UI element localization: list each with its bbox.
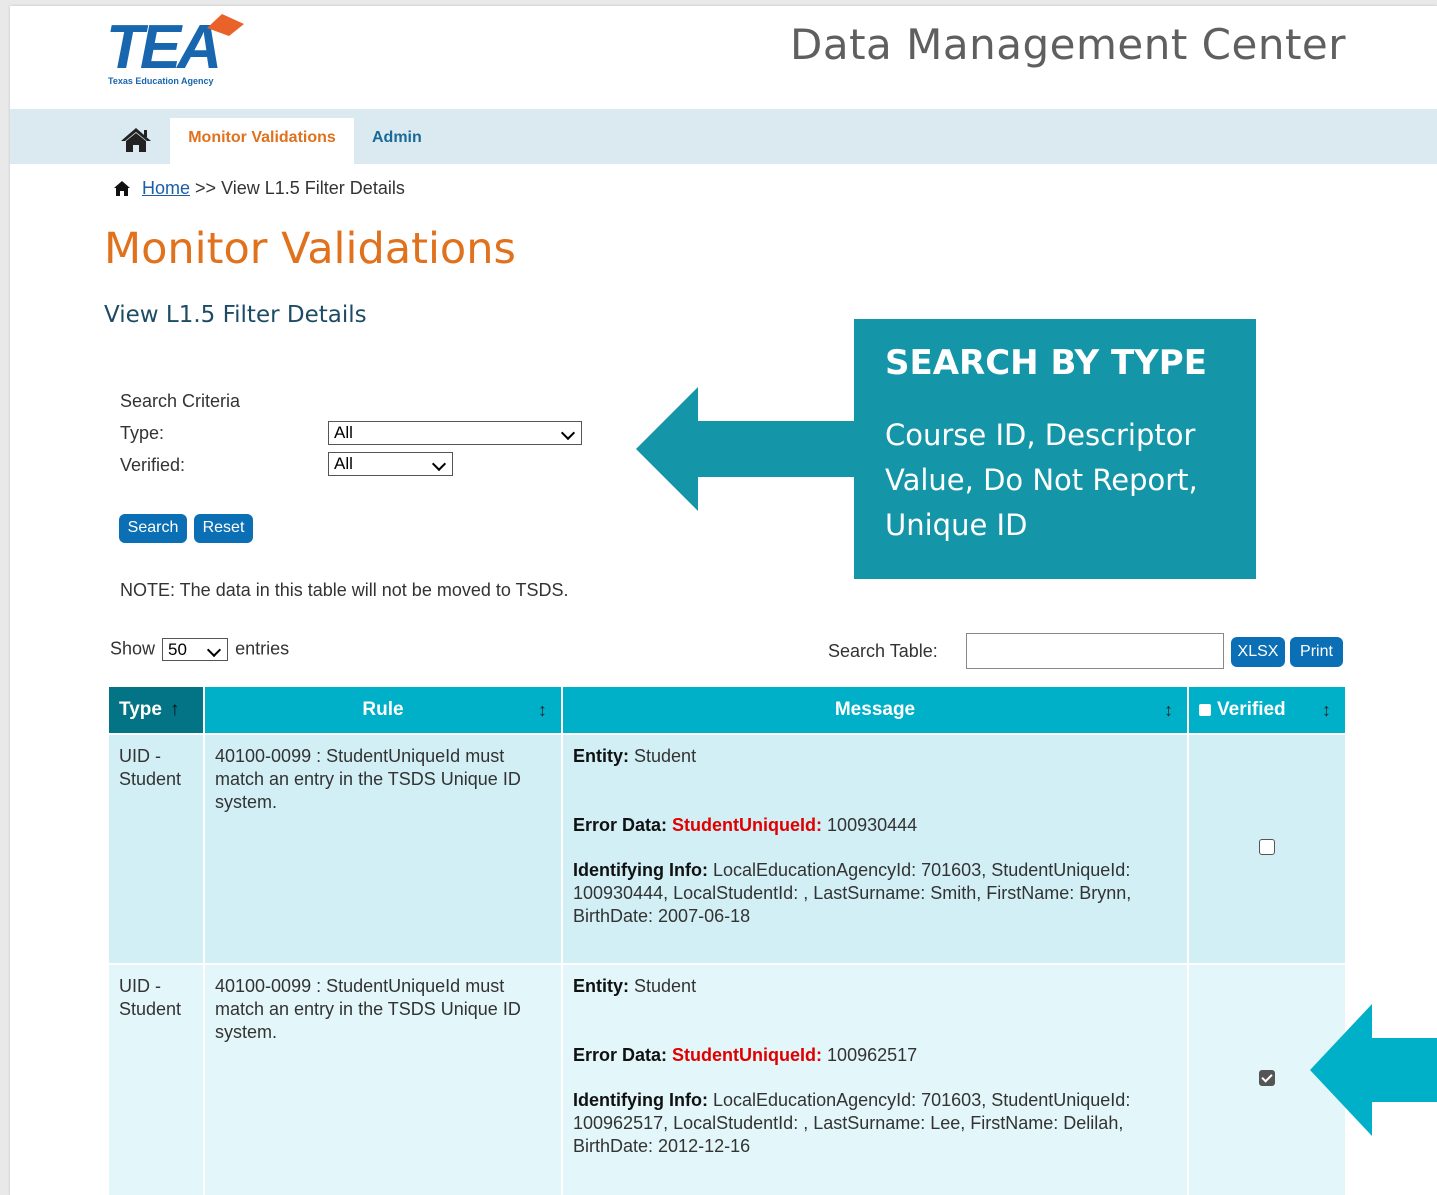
logo-subtext: Texas Education Agency bbox=[108, 76, 214, 86]
reset-button[interactable]: Reset bbox=[194, 514, 253, 543]
table-row: UID - Student 40100-0099 : StudentUniqueI… bbox=[107, 963, 1347, 1195]
validation-table: Type ↑ Rule ↕ Message ↕ Verified ↕ UID - S… bbox=[107, 685, 1347, 1195]
error-label: Error Data: bbox=[573, 1045, 668, 1065]
column-header-type[interactable]: Type ↑ bbox=[107, 685, 205, 735]
entries-select[interactable]: 50 bbox=[162, 638, 229, 661]
identifying-info: Identifying Info: LocalEducationAgencyId… bbox=[573, 1089, 1177, 1158]
error-field: StudentUniqueId: bbox=[672, 815, 823, 835]
verified-checkbox[interactable] bbox=[1259, 838, 1275, 855]
page-subtitle: View L1.5 Filter Details bbox=[104, 302, 367, 328]
tab-monitor-validations[interactable]: Monitor Validations bbox=[170, 118, 354, 164]
verified-label: Verified: bbox=[120, 455, 186, 475]
page-title: Monitor Validations bbox=[104, 224, 516, 274]
app-title: Data Management Center bbox=[790, 20, 1347, 69]
home-icon[interactable] bbox=[120, 127, 152, 153]
type-text: Student bbox=[119, 769, 182, 789]
identifying-info-label: Identifying Info: bbox=[573, 860, 708, 880]
breadcrumb-home-link[interactable]: Home bbox=[142, 178, 190, 198]
search-by-type-callout: SEARCH BY TYPE Course ID, Descriptor Val… bbox=[854, 319, 1256, 579]
breadcrumb: Home >> View L1.5 Filter Details bbox=[114, 178, 405, 199]
type-cell: UID - Student bbox=[107, 733, 205, 965]
verified-cell bbox=[1187, 733, 1347, 965]
error-label: Error Data: bbox=[573, 815, 668, 835]
xlsx-button[interactable]: XLSX bbox=[1231, 637, 1285, 667]
entity-line: Entity: Student bbox=[573, 745, 1177, 768]
type-text: Student bbox=[119, 999, 182, 1019]
type-cell: UID - Student bbox=[107, 963, 205, 1195]
print-button[interactable]: Print bbox=[1290, 637, 1343, 667]
entity-value: Student bbox=[634, 746, 697, 766]
table-header-row: Type ↑ Rule ↕ Message ↕ Verified ↕ bbox=[107, 685, 1347, 735]
column-header-verified[interactable]: Verified ↕ bbox=[1187, 685, 1347, 735]
page: TEA Texas Education Agency Data Manageme… bbox=[10, 6, 1437, 1195]
search-button[interactable]: Search bbox=[119, 514, 187, 543]
breadcrumb-home-icon bbox=[114, 181, 130, 196]
chevron-down-icon bbox=[431, 456, 447, 472]
tab-admin[interactable]: Admin bbox=[372, 118, 422, 164]
verified-checkbox[interactable] bbox=[1259, 1069, 1275, 1086]
breadcrumb-separator: >> bbox=[195, 178, 217, 198]
column-header-message-label: Message bbox=[834, 699, 916, 720]
callout-body: Course ID, Descriptor Value, Do Not Repo… bbox=[885, 418, 1198, 542]
message-cell: Entity: Student Error Data: StudentUniqu… bbox=[561, 963, 1189, 1195]
sort-icon: ↕ bbox=[1164, 700, 1173, 720]
column-header-rule[interactable]: Rule ↕ bbox=[203, 685, 563, 735]
entity-value: Student bbox=[634, 976, 697, 996]
error-field: StudentUniqueId: bbox=[672, 1045, 823, 1065]
error-value: 100962517 bbox=[827, 1045, 918, 1065]
table-note: NOTE: The data in this table will not be… bbox=[120, 580, 569, 600]
tea-logo[interactable]: TEA Texas Education Agency bbox=[104, 12, 254, 88]
error-line: Error Data: StudentUniqueId: 100962517 bbox=[573, 1044, 1177, 1067]
column-header-rule-label: Rule bbox=[362, 699, 404, 720]
search-table-input[interactable] bbox=[966, 633, 1224, 669]
entity-line: Entity: Student bbox=[573, 975, 1177, 998]
column-header-message[interactable]: Message ↕ bbox=[561, 685, 1189, 735]
type-text: UID - bbox=[119, 976, 161, 996]
arrow-left-icon bbox=[636, 387, 856, 511]
message-cell: Entity: Student Error Data: StudentUniqu… bbox=[561, 733, 1189, 965]
sort-icon: ↕ bbox=[1322, 700, 1331, 720]
chevron-down-icon bbox=[560, 425, 576, 441]
sort-asc-icon: ↑ bbox=[169, 699, 180, 720]
entity-label: Entity: bbox=[573, 976, 629, 996]
rule-cell: 40100-0099 : StudentUniqueId must match … bbox=[203, 963, 563, 1195]
entity-label: Entity: bbox=[573, 746, 629, 766]
entries-label: entries bbox=[235, 638, 290, 659]
entries-select-value: 50 bbox=[168, 640, 187, 659]
type-label: Type: bbox=[120, 423, 165, 443]
column-header-type-label: Type bbox=[119, 699, 162, 720]
search-table-label: Search Table: bbox=[828, 641, 938, 661]
verified-select[interactable]: All bbox=[328, 452, 453, 476]
type-text: UID - bbox=[119, 746, 161, 766]
sort-icon: ↕ bbox=[538, 700, 547, 720]
verified-select-value: All bbox=[334, 454, 353, 473]
show-entries: Show 50 entries bbox=[110, 638, 289, 661]
nav-bar: Monitor Validations Admin bbox=[10, 109, 1437, 164]
search-criteria-title: Search Criteria bbox=[120, 391, 241, 411]
identifying-info: Identifying Info: LocalEducationAgencyId… bbox=[573, 859, 1177, 928]
arrow-left-icon bbox=[1310, 1004, 1437, 1136]
rule-cell: 40100-0099 : StudentUniqueId must match … bbox=[203, 733, 563, 965]
type-select[interactable]: All bbox=[328, 421, 582, 445]
logo-text: TEA bbox=[106, 13, 218, 82]
table-row: UID - Student 40100-0099 : StudentUniqueI… bbox=[107, 733, 1347, 965]
breadcrumb-current: View L1.5 Filter Details bbox=[221, 178, 405, 198]
show-label: Show bbox=[110, 638, 156, 659]
callout-title: SEARCH BY TYPE bbox=[885, 343, 1207, 383]
error-line: Error Data: StudentUniqueId: 100930444 bbox=[573, 814, 1177, 837]
error-value: 100930444 bbox=[827, 815, 918, 835]
chevron-down-icon bbox=[206, 642, 222, 658]
type-select-value: All bbox=[334, 423, 353, 442]
select-all-checkbox[interactable] bbox=[1199, 704, 1211, 716]
identifying-info-label: Identifying Info: bbox=[573, 1090, 708, 1110]
column-header-verified-label: Verified bbox=[1217, 699, 1286, 720]
